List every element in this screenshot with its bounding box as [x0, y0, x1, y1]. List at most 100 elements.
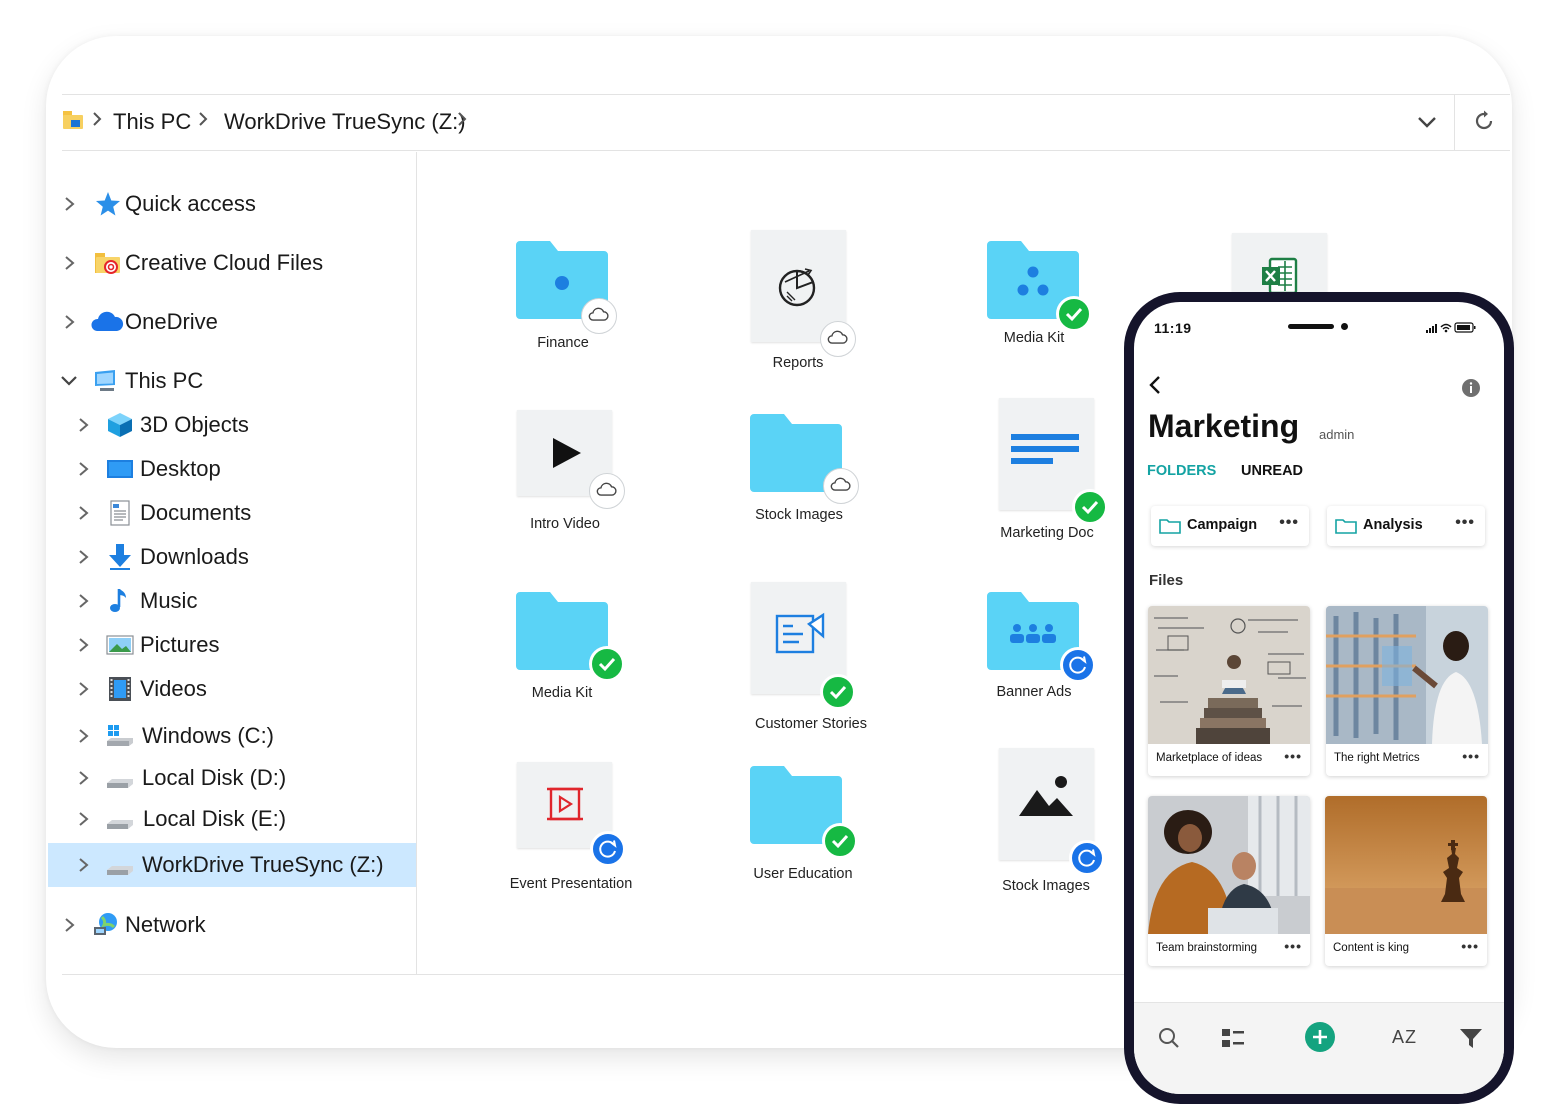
film-icon — [109, 677, 131, 701]
user-role: admin — [1319, 427, 1355, 442]
chevron-right-icon[interactable] — [77, 768, 91, 788]
file-name: Customer Stories — [754, 716, 868, 732]
sidebar-item-quick-access[interactable]: Quick access — [48, 182, 416, 226]
chevron-right-icon[interactable] — [63, 253, 77, 273]
sidebar-item-label: Documents — [140, 500, 252, 525]
file-card-marketplace[interactable]: Marketplace of ideas ••• — [1148, 606, 1310, 776]
info-icon[interactable] — [1461, 378, 1481, 398]
notch-camera — [1341, 323, 1348, 330]
synced-check-icon — [822, 823, 858, 859]
sidebar-item-workdrive-z[interactable]: WorkDrive TrueSync (Z:) — [48, 843, 416, 887]
bottom-navigation: AZ — [1134, 1002, 1504, 1094]
chevron-down-icon[interactable] — [1416, 111, 1438, 133]
add-button[interactable] — [1304, 1021, 1336, 1053]
more-options-icon[interactable]: ••• — [1284, 938, 1302, 954]
network-icon — [94, 913, 117, 935]
chevron-right-icon[interactable] — [77, 547, 91, 567]
sort-az-button[interactable]: AZ — [1392, 1027, 1417, 1048]
file-thumbnail-image — [1148, 606, 1310, 744]
chevron-right-icon[interactable] — [77, 635, 91, 655]
chevron-right-icon — [93, 112, 102, 126]
chevron-right-icon[interactable] — [63, 915, 77, 935]
chevron-right-icon[interactable] — [77, 809, 91, 829]
sidebar-item-onedrive[interactable]: OneDrive — [48, 300, 416, 344]
sidebar-item-label: Local Disk (D:) — [142, 765, 287, 790]
sidebar-item-music[interactable]: Music — [48, 579, 416, 623]
chevron-right-icon[interactable] — [77, 415, 91, 435]
address-bar[interactable]: This PC WorkDrive TrueSync (Z:) — [62, 95, 1510, 151]
breadcrumb-workdrive[interactable]: WorkDrive TrueSync (Z:) — [224, 109, 466, 135]
music-note-icon — [110, 589, 126, 612]
back-arrow-icon[interactable] — [1148, 374, 1162, 396]
folder-chip-label: Analysis — [1363, 517, 1423, 533]
view-toggle-icon[interactable] — [1220, 1025, 1246, 1051]
sidebar-item-local-disk-d[interactable]: Local Disk (D:) — [48, 756, 416, 800]
sidebar-item-videos[interactable]: Videos — [48, 667, 416, 711]
sidebar-item-local-disk-e[interactable]: Local Disk (E:) — [48, 797, 416, 841]
chevron-right-icon[interactable] — [63, 312, 77, 332]
sidebar-item-3d-objects[interactable]: 3D Objects — [48, 403, 416, 447]
sidebar-item-pictures[interactable]: Pictures — [48, 623, 416, 667]
sidebar-item-this-pc[interactable]: This PC — [48, 359, 416, 403]
sidebar-item-downloads[interactable]: Downloads — [48, 535, 416, 579]
file-card-right-metrics[interactable]: The right Metrics ••• — [1326, 606, 1488, 776]
page-title: Marketing — [1148, 408, 1300, 444]
file-card-name: Marketplace of ideas — [1156, 752, 1263, 764]
chevron-right-icon[interactable] — [77, 503, 91, 523]
sidebar-item-network[interactable]: Network — [48, 903, 416, 947]
sidebar-item-label: Videos — [140, 676, 207, 701]
folder-chip-campaign[interactable]: Campaign ••• — [1151, 506, 1309, 546]
download-arrow-icon — [109, 544, 131, 570]
disk-drive-icon — [107, 866, 133, 875]
tab-folders[interactable]: FOLDERS — [1147, 463, 1216, 479]
navigation-pane: Quick access Creative Cloud Files OneDri… — [48, 152, 416, 974]
status-time: 11:19 — [1154, 320, 1192, 336]
sidebar-item-documents[interactable]: Documents — [48, 491, 416, 535]
search-icon[interactable] — [1156, 1025, 1182, 1051]
file-card-name: Content is king — [1333, 942, 1410, 954]
synced-check-icon — [820, 674, 856, 710]
chevron-right-icon[interactable] — [63, 194, 77, 214]
syncing-icon — [590, 831, 626, 867]
file-card-content-is-king[interactable]: Content is king ••• — [1325, 796, 1487, 966]
cloud-status-icon — [589, 473, 625, 509]
chevron-right-icon[interactable] — [77, 459, 91, 479]
pie-chart-icon — [778, 268, 816, 307]
synced-check-icon — [589, 646, 625, 682]
syncing-icon — [1069, 840, 1105, 876]
sidebar-item-creative-cloud[interactable]: Creative Cloud Files — [48, 241, 416, 285]
chevron-down-icon[interactable] — [59, 371, 79, 391]
cloud-status-icon — [823, 468, 859, 504]
more-options-icon[interactable]: ••• — [1284, 748, 1302, 764]
creative-cloud-folder-icon — [95, 253, 120, 274]
sidebar-item-windows-c[interactable]: Windows (C:) — [48, 714, 416, 758]
filter-icon[interactable] — [1458, 1025, 1484, 1051]
presentation-icon — [775, 612, 825, 654]
more-options-icon[interactable]: ••• — [1462, 748, 1480, 764]
folder-chip-analysis[interactable]: Analysis ••• — [1327, 506, 1485, 546]
more-options-icon[interactable]: ••• — [1279, 514, 1299, 532]
file-name: Marketing Doc — [1000, 525, 1094, 541]
chevron-right-icon[interactable] — [77, 679, 91, 699]
more-options-icon[interactable]: ••• — [1461, 938, 1479, 954]
refresh-icon[interactable] — [1472, 109, 1496, 133]
file-name: Event Presentation — [509, 876, 633, 892]
this-pc-folder-icon — [63, 111, 83, 129]
tab-unread[interactable]: UNREAD — [1241, 463, 1303, 479]
sidebar-item-label: Windows (C:) — [142, 723, 275, 748]
file-thumbnail-image — [1148, 796, 1310, 934]
folder-chip-label: Campaign — [1187, 517, 1258, 533]
more-options-icon[interactable]: ••• — [1455, 514, 1475, 532]
chevron-right-icon[interactable] — [77, 726, 91, 746]
breadcrumb-this-pc[interactable]: This PC — [113, 109, 191, 135]
cube-icon — [108, 413, 132, 437]
file-name: Media Kit — [1003, 330, 1065, 346]
sidebar-item-label: Network — [125, 912, 206, 937]
onedrive-cloud-icon — [91, 311, 124, 331]
sidebar-item-desktop[interactable]: Desktop — [48, 447, 416, 491]
sidebar-item-label: Quick access — [125, 191, 256, 216]
chevron-right-icon[interactable] — [77, 855, 91, 875]
file-card-team-brainstorming[interactable]: Team brainstorming ••• — [1148, 796, 1310, 966]
chevron-right-icon[interactable] — [77, 591, 91, 611]
file-name: Finance — [537, 335, 589, 351]
